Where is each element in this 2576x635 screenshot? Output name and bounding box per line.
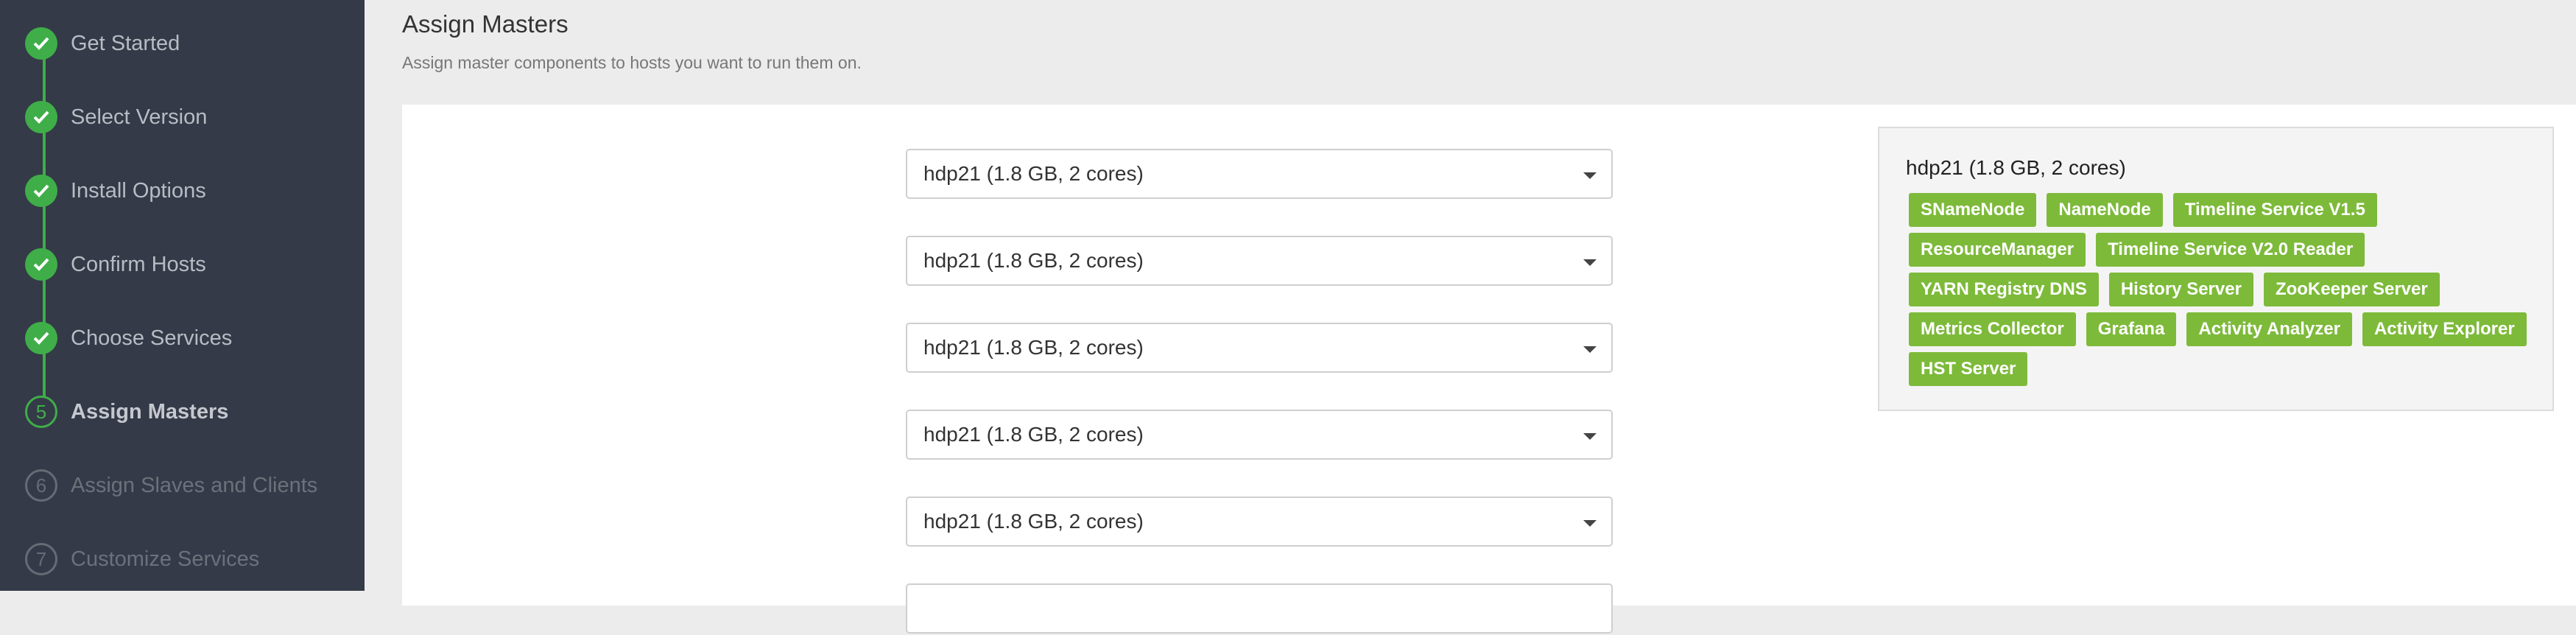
step-number-badge: 7 [25,543,57,575]
wizard-sidebar: Get Started Select Version Install Optio… [0,0,365,591]
component-tag: Timeline Service V2.0 Reader [2096,233,2365,267]
step-customize-services: 7 Customize Services [25,541,364,577]
step-install-options[interactable]: Install Options [25,173,364,208]
host-select[interactable]: hdp21 (1.8 GB, 2 cores) [906,410,1613,460]
host-select-value: hdp21 (1.8 GB, 2 cores) [923,162,1144,185]
assignment-row: SNameNode: hdp21 (1.8 GB, 2 cores) [402,149,1617,200]
host-select-value: hdp21 (1.8 GB, 2 cores) [923,336,1144,359]
component-tag: Activity Analyzer [2186,312,2352,346]
check-icon [25,322,57,354]
step-choose-services[interactable]: Choose Services [25,320,364,356]
assignment-row: Timeline Service V1.5: hdp21 (1.8 GB, 2 … [402,323,1617,374]
host-select[interactable]: hdp21 (1.8 GB, 2 cores) [906,236,1613,286]
component-tag: SNameNode [1909,193,2037,227]
component-tag: ResourceManager [1909,233,2086,267]
step-select-version[interactable]: Select Version [25,99,364,135]
page-subtitle: Assign master components to hosts you wa… [402,53,862,72]
host-summary-box: hdp21 (1.8 GB, 2 cores) SNameNode NameNo… [1878,127,2554,411]
check-icon [25,101,57,133]
host-select[interactable] [906,583,1613,634]
component-tag: HST Server [1909,352,2028,386]
host-select[interactable]: hdp21 (1.8 GB, 2 cores) [906,149,1613,199]
caret-down-icon [1583,520,1597,527]
host-select-value: hdp21 (1.8 GB, 2 cores) [923,249,1144,272]
assignment-row: ResourceManager: hdp21 (1.8 GB, 2 cores) [402,410,1617,461]
step-number-badge: 5 [25,396,57,428]
component-tag: Grafana [2086,312,2177,346]
caret-down-icon [1583,433,1597,440]
host-select-value: hdp21 (1.8 GB, 2 cores) [923,423,1144,446]
component-tag: Timeline Service V1.5 [2172,193,2377,227]
step-get-started[interactable]: Get Started [25,26,364,61]
check-icon [25,27,57,60]
step-assign-slaves-clients: 6 Assign Slaves and Clients [25,468,364,503]
step-label: Install Options [71,178,206,203]
component-tag: YARN Registry DNS [1909,273,2099,306]
step-assign-masters[interactable]: 5 Assign Masters [25,394,364,429]
component-tag: Metrics Collector [1909,312,2076,346]
step-label: Customize Services [71,547,260,571]
caret-down-icon [1583,259,1597,266]
step-label: Choose Services [71,326,233,350]
step-number-badge: 6 [25,469,57,502]
assignment-row: NameNode: hdp21 (1.8 GB, 2 cores) [402,236,1617,287]
host-select-value: hdp21 (1.8 GB, 2 cores) [923,510,1144,533]
assignment-row: Timeline Service V2.0 Reader: hdp21 (1.8… [402,497,1617,548]
wizard-progress-line [43,43,46,411]
step-label: Assign Masters [71,399,229,424]
caret-down-icon [1583,346,1597,353]
page-title: Assign Masters [402,10,569,38]
step-label: Assign Slaves and Clients [71,473,318,497]
host-select[interactable]: hdp21 (1.8 GB, 2 cores) [906,323,1613,373]
component-tags: SNameNode NameNode Timeline Service V1.5… [1909,193,2542,386]
check-icon [25,248,57,281]
assignment-row-partial [402,583,1617,635]
host-select[interactable]: hdp21 (1.8 GB, 2 cores) [906,497,1613,547]
step-confirm-hosts[interactable]: Confirm Hosts [25,247,364,282]
component-tag: History Server [2108,273,2253,306]
component-tag: Activity Explorer [2362,312,2527,346]
host-title: hdp21 (1.8 GB, 2 cores) [1906,156,2126,179]
component-tag: ZooKeeper Server [2263,273,2440,306]
component-tag: NameNode [2047,193,2163,227]
step-label: Get Started [71,31,180,55]
caret-down-icon [1583,172,1597,179]
step-label: Select Version [71,105,208,129]
step-label: Confirm Hosts [71,252,206,276]
check-icon [25,175,57,207]
